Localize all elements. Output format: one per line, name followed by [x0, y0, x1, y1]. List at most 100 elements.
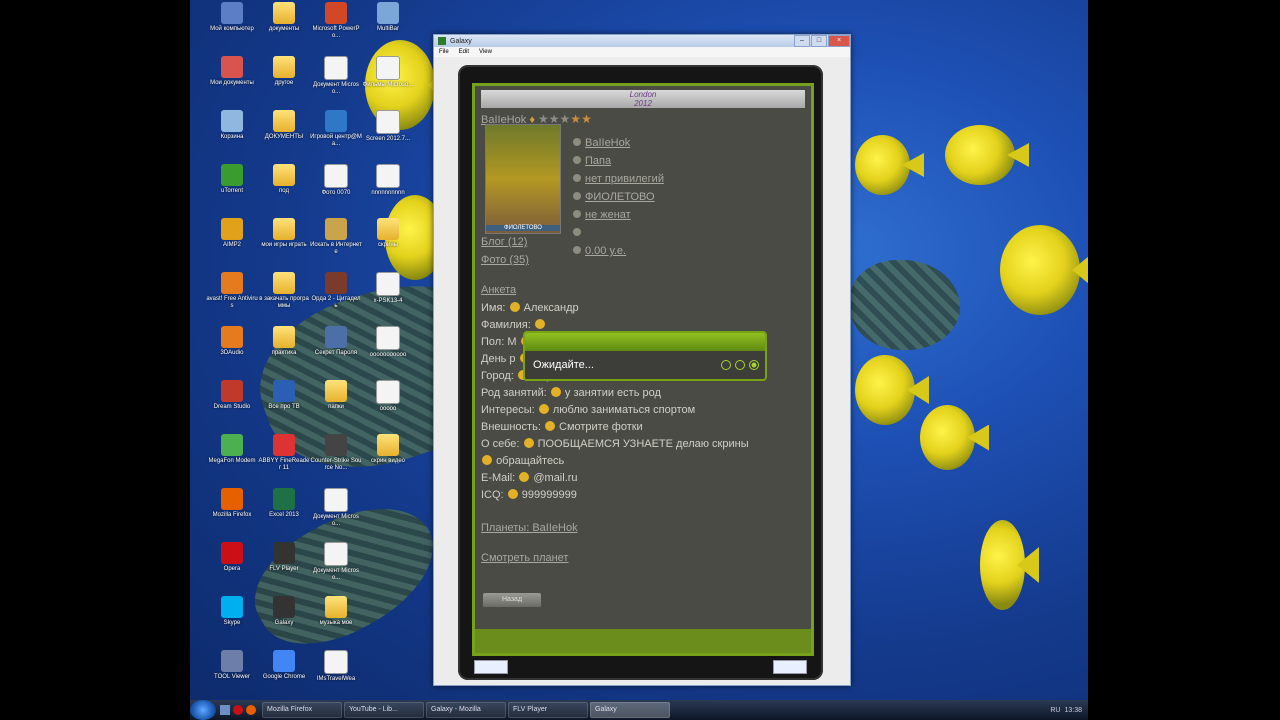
taskbar-item[interactable]: YouTube - Lib... [344, 702, 424, 718]
desktop-icon-label: Galaxy [274, 620, 294, 626]
desktop-icon[interactable]: другое [258, 56, 310, 87]
desktop-icon[interactable]: Dream Studio [206, 380, 258, 411]
desktop-icon[interactable]: Игровой центр@Ma... [310, 110, 362, 148]
menu-bar: File Edit View [434, 47, 850, 57]
desktop-icon[interactable]: MultiBar [362, 2, 414, 33]
desktop-icon[interactable]: Screen 2012.7... [362, 110, 414, 143]
menu-edit[interactable]: Edit [459, 49, 469, 55]
desktop-icon[interactable]: папки [310, 380, 362, 411]
anketa-link[interactable]: Анкета [481, 284, 516, 296]
desktop-icon[interactable]: Орда 2 - Цитадель [310, 272, 362, 310]
left-softkey[interactable] [474, 660, 508, 674]
desktop-icon[interactable]: Фильмы Microso... [362, 56, 414, 89]
desktop-icon-label: Opera [223, 566, 241, 572]
field-value: @mail.ru [533, 472, 578, 484]
blog-link[interactable]: Блог (12) [481, 236, 527, 248]
avatar[interactable]: ФИОЛЕТОВО [485, 124, 561, 234]
desktop-icon[interactable]: Мои документы [206, 56, 258, 87]
info-item[interactable]: нет привилегий [573, 170, 664, 188]
desktop-icon[interactable]: Galaxy [258, 596, 310, 627]
close-button[interactable]: × [828, 35, 850, 47]
desktop-icon[interactable]: TOOL Viewer [206, 650, 258, 681]
desktop-icon[interactable]: ооооооооооо [362, 326, 414, 359]
minimize-button[interactable]: – [794, 35, 810, 47]
desktop-icon[interactable]: под [258, 164, 310, 195]
quicklaunch-opera-icon[interactable] [233, 705, 243, 715]
computer-icon [221, 2, 243, 24]
info-item[interactable]: 0.00 у.е. [573, 242, 664, 260]
desktop-icon[interactable]: музыка мое [310, 596, 362, 627]
desktop-icon[interactable]: Counter-Strike Source No... [310, 434, 362, 472]
right-softkey[interactable] [773, 660, 807, 674]
pdf-icon [376, 380, 400, 404]
taskbar-item[interactable]: FLV Player [508, 702, 588, 718]
photo-link[interactable]: Фото (35) [481, 254, 529, 266]
desktop-icon[interactable]: в закачать программы [258, 272, 310, 310]
desktop-icon[interactable]: скрин видео [362, 434, 414, 465]
desktop-icon[interactable]: ооооо [362, 380, 414, 413]
menu-file[interactable]: File [439, 49, 449, 55]
desktop-icon[interactable]: Корзина [206, 110, 258, 141]
desktop-icon[interactable]: avast! Free Antivirus [206, 272, 258, 310]
desktop-icon[interactable]: IMsTravelWea [310, 650, 362, 683]
desktop-icon[interactable]: nnnnnnnnnn [362, 164, 414, 197]
desktop-icon[interactable]: Opera [206, 542, 258, 573]
avatar-caption: ФИОЛЕТОВО [486, 225, 560, 231]
field-label: Род занятий: [481, 387, 547, 399]
desktop-icon[interactable]: FLV Player [258, 542, 310, 573]
desktop-icon[interactable]: Искать в Интернете [310, 218, 362, 256]
planet-link[interactable]: Планеты: BaIIeHok [481, 522, 578, 534]
language-indicator[interactable]: RU [1050, 707, 1060, 714]
field-label: Фамилия: [481, 319, 531, 331]
taskbar-item[interactable]: Mozilla Firefox [262, 702, 342, 718]
info-item-text: BaIIeHok [585, 137, 631, 149]
desktop-icon[interactable]: скрины [362, 218, 414, 249]
info-item[interactable]: ФИОЛЕТОВО [573, 188, 664, 206]
desktop-icon[interactable]: uTorrent [206, 164, 258, 195]
desktop-icon[interactable]: 3DAudio [206, 326, 258, 357]
menu-view[interactable]: View [479, 49, 492, 55]
clan-icon [573, 192, 581, 200]
taskbar-item[interactable]: Galaxy [590, 702, 670, 718]
window-titlebar[interactable]: Galaxy – □ × [434, 35, 850, 47]
desktop-icon[interactable]: MegaFon Modem [206, 434, 258, 465]
field-value: Смотрите фотки [559, 421, 643, 433]
desktop-icon-label: Документ Microso... [313, 568, 359, 581]
desktop-icon[interactable]: Mozilla Firefox [206, 488, 258, 519]
back-button[interactable]: Назад [483, 593, 541, 607]
quicklaunch-desktop-icon[interactable] [220, 705, 230, 715]
desktop-icon[interactable]: Мой компьютер [206, 2, 258, 33]
taskbar-item[interactable]: Galaxy - Mozilla [426, 702, 506, 718]
desktop-icon[interactable]: документы [258, 2, 310, 33]
desktop-icon[interactable]: Excel 2013 [258, 488, 310, 519]
desktop-icon[interactable]: x-PSK13-4 [362, 272, 414, 305]
info-item[interactable] [573, 224, 664, 242]
field-value: обращайтесь [496, 455, 565, 467]
desktop-icon[interactable]: AIMP2 [206, 218, 258, 249]
desktop-icon[interactable]: Microsoft PowerPo... [310, 2, 362, 40]
info-item[interactable]: Папа [573, 152, 664, 170]
desktop-icon[interactable]: Документ Microso... [310, 488, 362, 528]
quicklaunch-firefox-icon[interactable] [246, 705, 256, 715]
desktop-icon[interactable]: Документ Microso... [310, 542, 362, 582]
desktop-icon[interactable]: Фото 0070 [310, 164, 362, 197]
info-item[interactable]: не женат [573, 206, 664, 224]
desktop-icon-label: nnnnnnnnnn [371, 190, 405, 196]
info-item[interactable]: BaIIeHok [573, 134, 664, 152]
desktop-icon[interactable]: Секрет Пароля [310, 326, 362, 357]
desktop-icon-label: MultiBar [376, 26, 399, 32]
desktop-icon[interactable]: ДОКУМЕНТЫ [258, 110, 310, 141]
desktop-icon[interactable]: практика [258, 326, 310, 357]
maximize-button[interactable]: □ [811, 35, 827, 47]
london-2012-logo: London 2012 [481, 90, 805, 108]
clock[interactable]: 13:38 [1064, 707, 1082, 714]
desktop-icon[interactable]: мои игры играть [258, 218, 310, 249]
desktop-icon[interactable]: Документ Microso... [310, 56, 362, 96]
desktop-icon[interactable]: Google Chrome [258, 650, 310, 681]
fish-decoration [855, 135, 910, 195]
view-planets-link[interactable]: Смотреть планет [481, 552, 568, 564]
desktop-icon[interactable]: Skype [206, 596, 258, 627]
start-button[interactable] [190, 700, 216, 720]
desktop-icon[interactable]: ABBYY FineReader 11 [258, 434, 310, 472]
desktop-icon[interactable]: Все про ТВ [258, 380, 310, 411]
